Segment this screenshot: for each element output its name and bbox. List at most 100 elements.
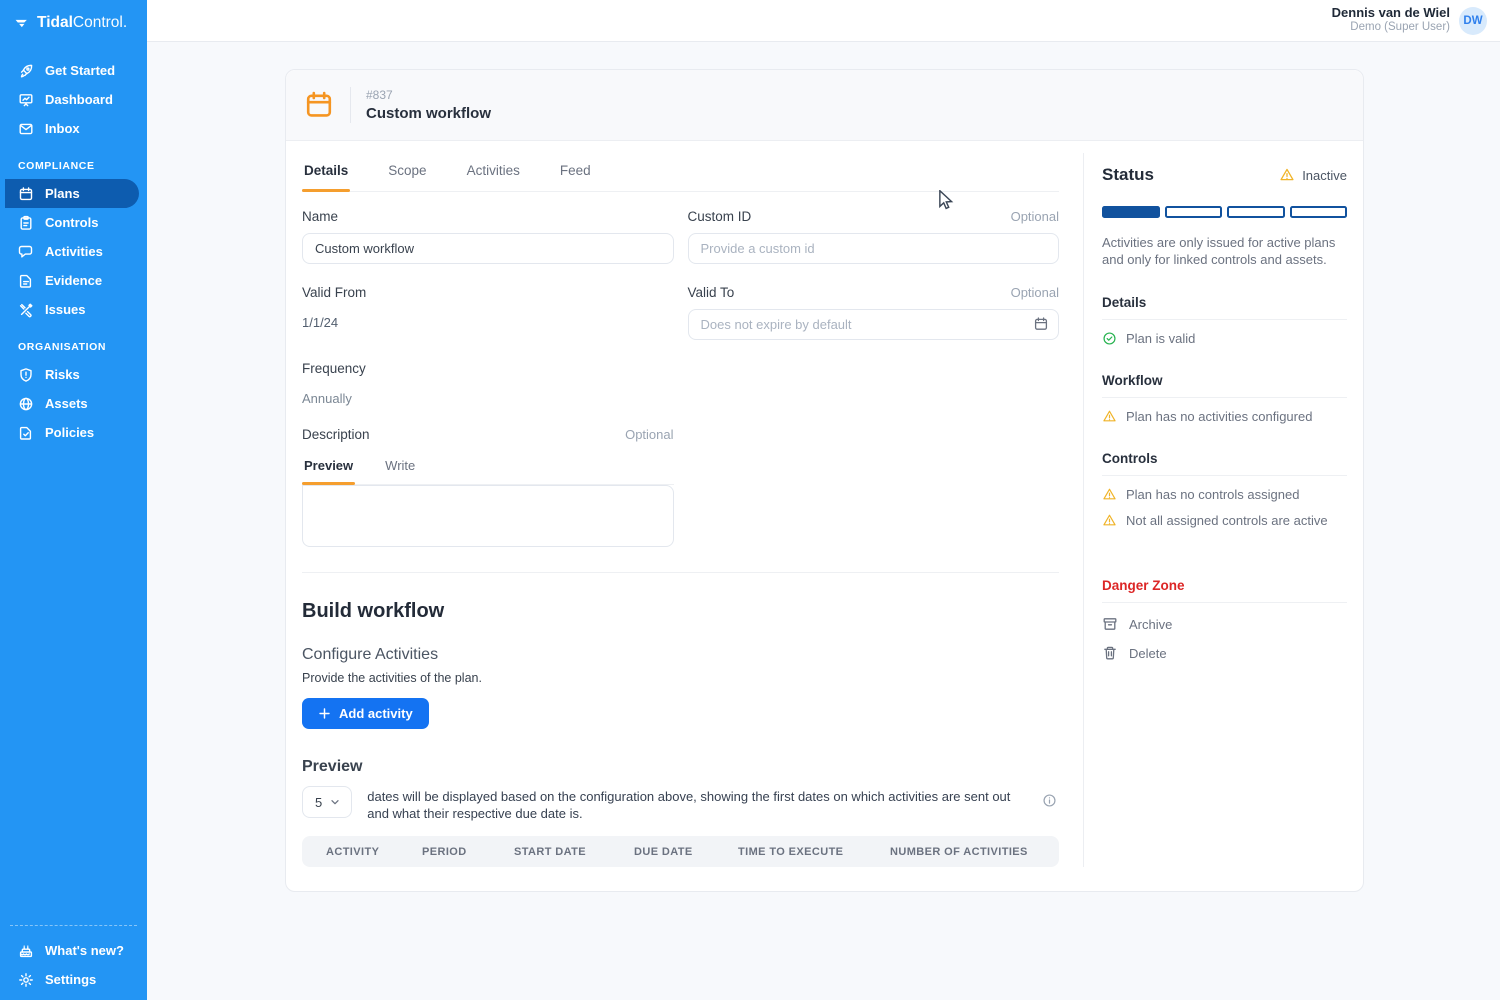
chevron-down-icon — [329, 796, 341, 808]
column-header: ACTIVITY — [326, 846, 422, 858]
chat-bubble-icon — [18, 244, 34, 260]
sidebar: TidalControl. Get Started Dashboard — [0, 0, 147, 1000]
field-valid-from: Valid From 1/1/24 — [302, 285, 674, 340]
plan-card-header: #837 Custom workflow — [286, 70, 1363, 141]
trash-icon — [1102, 645, 1118, 661]
tools-icon — [18, 302, 34, 318]
tab-description-write[interactable]: Write — [383, 451, 417, 484]
sidebar-section-compliance: COMPLIANCE — [0, 143, 147, 179]
sidebar-item-label: Evidence — [45, 273, 102, 288]
shield-icon — [18, 367, 34, 383]
sidebar-item-inbox[interactable]: Inbox — [0, 114, 147, 143]
sidebar-item-label: Inbox — [45, 121, 80, 136]
delete-button[interactable]: Delete — [1102, 645, 1347, 661]
sidebar-item-activities[interactable]: Activities — [0, 237, 147, 266]
sidebar-item-issues[interactable]: Issues — [0, 295, 147, 324]
sidebar-item-label: Settings — [45, 972, 96, 987]
column-header: TIME TO EXECUTE — [738, 846, 890, 858]
progress-segment — [1165, 206, 1223, 218]
sidebar-nav: Get Started Dashboard Inbox — [0, 56, 147, 143]
user-role: Demo (Super User) — [1332, 21, 1450, 34]
date-picker-calendar-icon[interactable] — [1033, 316, 1049, 332]
name-input[interactable] — [302, 233, 674, 264]
sidebar-item-label: Risks — [45, 367, 80, 382]
topbar: Dennis van de Wiel Demo (Super User) DW — [147, 0, 1500, 42]
warning-triangle-icon — [1279, 167, 1295, 183]
column-header: PERIOD — [422, 846, 514, 858]
sidebar-item-label: Dashboard — [45, 92, 113, 107]
add-activity-button[interactable]: Add activity — [302, 698, 429, 729]
warning-triangle-icon — [1102, 409, 1117, 424]
description-label: Description — [302, 427, 370, 442]
valid-to-input[interactable] — [688, 309, 1060, 340]
sidebar-item-whats-new[interactable]: What's new? — [10, 936, 137, 965]
status-item-no-controls: Plan has no controls assigned — [1102, 487, 1347, 502]
clipboard-icon — [18, 215, 34, 231]
sidebar-section-organisation: ORGANISATION — [0, 324, 147, 360]
sidebar-item-controls[interactable]: Controls — [0, 208, 147, 237]
status-item-controls-inactive: Not all assigned controls are active — [1102, 513, 1347, 528]
globe-icon — [18, 396, 34, 412]
status-details-title: Details — [1102, 295, 1347, 320]
plan-id: #837 — [366, 88, 491, 102]
build-workflow-title: Build workflow — [302, 600, 1059, 623]
avatar[interactable]: DW — [1459, 7, 1487, 35]
brand-name: TidalControl. — [37, 14, 127, 32]
status-item-no-activities: Plan has no activities configured — [1102, 409, 1347, 424]
archive-button[interactable]: Archive — [1102, 616, 1347, 632]
sidebar-item-plans[interactable]: Plans — [5, 179, 139, 208]
plan-form: Details Scope Activities Feed Name Custo… — [302, 153, 1059, 867]
plus-icon — [318, 707, 331, 720]
plan-tabs: Details Scope Activities Feed — [302, 153, 1059, 192]
brand-logo: TidalControl. — [0, 0, 147, 46]
sidebar-item-evidence[interactable]: Evidence — [0, 266, 147, 295]
custom-id-input[interactable] — [688, 233, 1060, 264]
sidebar-item-dashboard[interactable]: Dashboard — [0, 85, 147, 114]
preview-count-select[interactable]: 5 — [302, 786, 352, 818]
cake-icon — [18, 943, 34, 959]
description-tabs: Preview Write — [302, 451, 674, 485]
column-header: START DATE — [514, 846, 634, 858]
field-description: Description Optional Preview Write — [302, 427, 674, 547]
optional-label: Optional — [1011, 209, 1059, 224]
tab-details[interactable]: Details — [302, 153, 350, 191]
calendar-icon — [18, 186, 34, 202]
sidebar-item-label: What's new? — [45, 943, 124, 958]
tab-description-preview[interactable]: Preview — [302, 451, 355, 484]
sidebar-item-assets[interactable]: Assets — [0, 389, 147, 418]
sidebar-item-get-started[interactable]: Get Started — [0, 56, 147, 85]
tidalcontrol-logo-icon — [14, 15, 31, 32]
tab-feed[interactable]: Feed — [558, 153, 593, 191]
progress-segment-filled — [1102, 206, 1160, 218]
sidebar-item-label: Activities — [45, 244, 103, 259]
field-name: Name — [302, 209, 674, 264]
tab-scope[interactable]: Scope — [386, 153, 428, 191]
sidebar-item-label: Policies — [45, 425, 94, 440]
column-header: NUMBER OF ACTIVITIES — [890, 846, 1028, 858]
status-title: Status — [1102, 165, 1154, 185]
description-preview-box[interactable] — [302, 485, 674, 547]
document-icon — [18, 273, 34, 289]
status-item-plan-valid: Plan is valid — [1102, 331, 1347, 346]
sidebar-footer: What's new? Settings — [10, 925, 137, 1000]
sidebar-item-label: Controls — [45, 215, 98, 230]
archive-box-icon — [1102, 616, 1118, 632]
info-icon[interactable] — [1042, 786, 1057, 808]
mail-icon — [18, 121, 34, 137]
custom-id-label: Custom ID — [688, 209, 752, 224]
dashboard-icon — [18, 92, 34, 108]
user-block: Dennis van de Wiel Demo (Super User) — [1332, 6, 1450, 34]
tab-activities[interactable]: Activities — [465, 153, 522, 191]
warning-triangle-icon — [1102, 487, 1117, 502]
sidebar-item-settings[interactable]: Settings — [10, 965, 137, 994]
status-note: Activities are only issued for active pl… — [1102, 234, 1347, 268]
progress-segment — [1290, 206, 1348, 218]
danger-zone-title: Danger Zone — [1102, 578, 1347, 603]
sidebar-item-policies[interactable]: Policies — [0, 418, 147, 447]
sidebar-item-risks[interactable]: Risks — [0, 360, 147, 389]
optional-label: Optional — [1011, 285, 1059, 300]
status-state-label: Inactive — [1302, 168, 1347, 183]
gear-icon — [18, 972, 34, 988]
sidebar-item-label: Plans — [45, 186, 80, 201]
status-panel: Status Inactive Activities are only issu… — [1083, 153, 1347, 867]
